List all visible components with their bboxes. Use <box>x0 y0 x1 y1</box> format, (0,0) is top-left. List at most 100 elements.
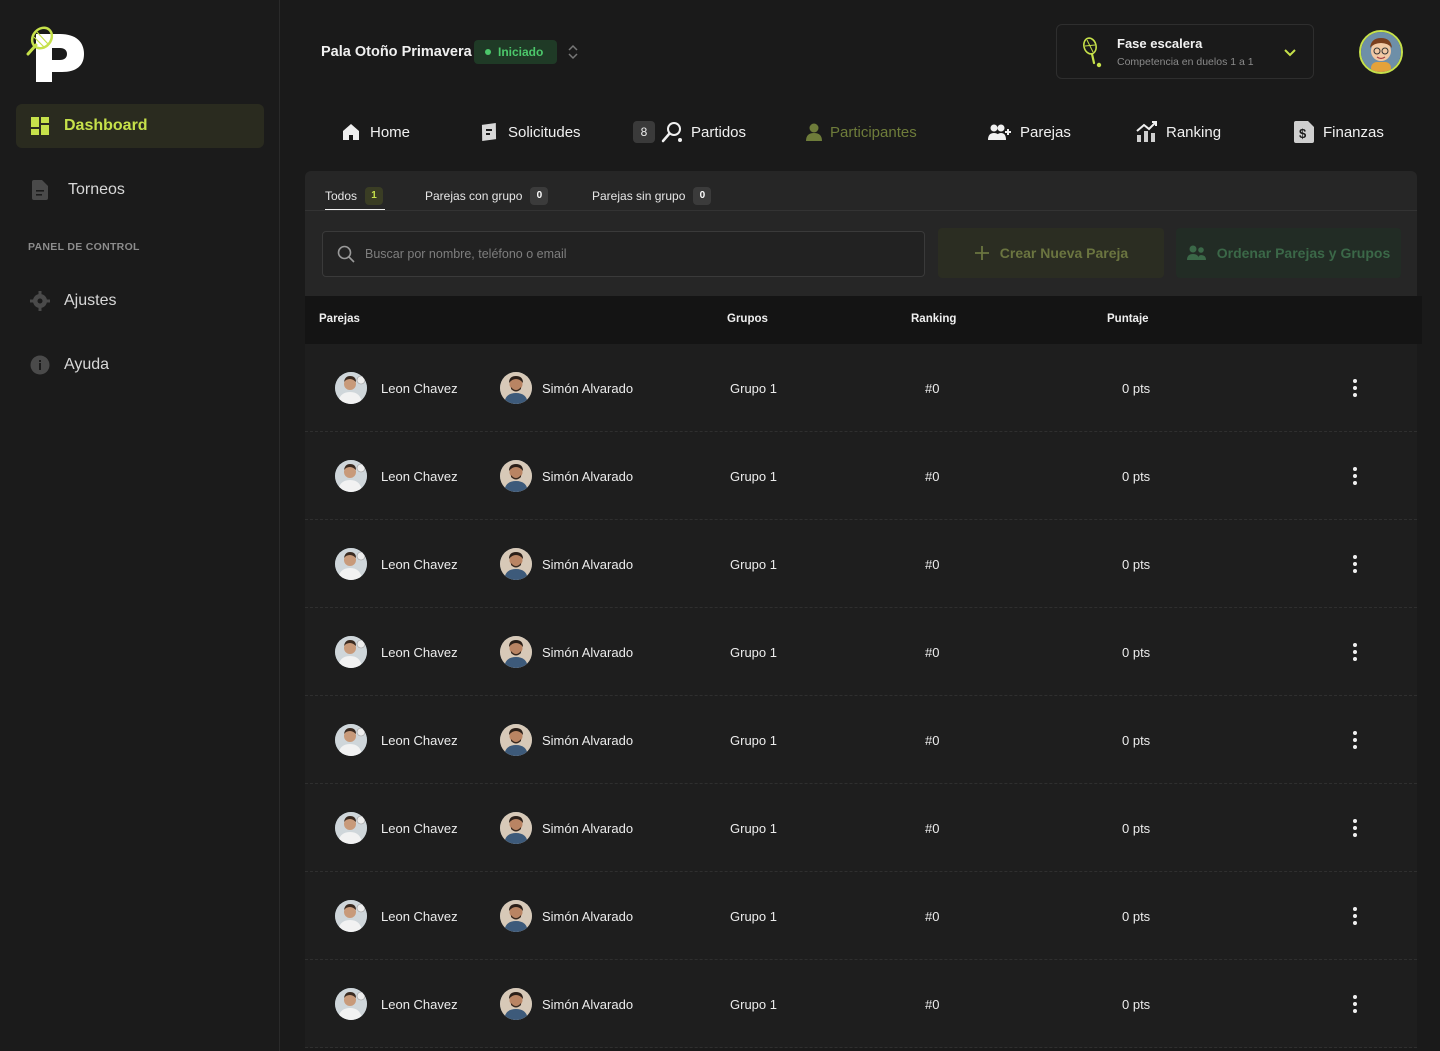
player-1-name: Leon Chavez <box>381 909 458 924</box>
more-options-icon[interactable] <box>1349 906 1361 926</box>
column-header-puntaje: Puntaje <box>1107 313 1149 325</box>
avatar <box>335 988 367 1020</box>
avatar <box>335 460 367 492</box>
phase-selector[interactable]: Fase escalera Competencia en duelos 1 a … <box>1056 24 1314 79</box>
player-2-name: Simón Alvarado <box>542 557 634 572</box>
search-box <box>322 231 925 277</box>
subtab-label: Parejas sin grupo <box>592 189 686 203</box>
avatar <box>500 460 532 492</box>
sidebar-item-ajustes[interactable]: Ajustes <box>16 279 264 323</box>
ranking-cell: #0 <box>925 645 940 660</box>
more-options-icon[interactable] <box>1349 642 1361 662</box>
plus-icon <box>974 245 990 261</box>
tournament-name: Pala Otoño Primavera <box>321 44 472 60</box>
subtab-parejas-sin-grupo[interactable]: Parejas sin grupo 0 <box>592 182 712 210</box>
score-cell: 0 pts <box>1122 645 1151 660</box>
ranking-cell: #0 <box>925 997 940 1012</box>
player-2-name: Simón Alvarado <box>542 469 634 484</box>
tab-parejas[interactable]: Parejas <box>988 116 1071 148</box>
create-pair-button[interactable]: Crear Nueva Pareja <box>938 228 1164 278</box>
score-cell: 0 pts <box>1122 997 1151 1012</box>
person-icon <box>806 121 822 143</box>
column-header-ranking: Ranking <box>911 313 957 325</box>
add-people-icon <box>988 121 1012 143</box>
home-icon <box>340 121 362 143</box>
tab-label: Home <box>370 123 411 141</box>
avatar <box>500 812 532 844</box>
player-2-name: Simón Alvarado <box>542 821 634 836</box>
column-header-grupos: Grupos <box>727 313 768 325</box>
avatar <box>335 548 367 580</box>
player-1-name: Leon Chavez <box>381 469 458 484</box>
count-badge: 0 <box>693 187 712 205</box>
table-row: Leon Chavez Simón Alvarado Grupo 1 #0 0 pts <box>305 872 1417 960</box>
player-1-name: Leon Chavez <box>381 997 458 1012</box>
ranking-cell: #0 <box>925 381 940 396</box>
more-options-icon[interactable] <box>1349 818 1361 838</box>
tab-label: Parejas <box>1020 123 1071 141</box>
avatar <box>500 548 532 580</box>
tab-participantes[interactable]: Participantes <box>806 116 917 148</box>
player-2-name: Simón Alvarado <box>542 909 634 924</box>
group-cell: Grupo 1 <box>730 557 777 572</box>
more-options-icon[interactable] <box>1349 466 1361 486</box>
tab-label: Solicitudes <box>508 123 581 141</box>
user-avatar[interactable] <box>1359 30 1403 74</box>
button-label: Ordenar Parejas y Grupos <box>1216 245 1391 261</box>
score-cell: 0 pts <box>1122 909 1151 924</box>
tab-home[interactable]: Home <box>340 116 410 148</box>
group-cell: Grupo 1 <box>730 381 777 396</box>
player-1-name: Leon Chavez <box>381 821 458 836</box>
svg-text:$: $ <box>1299 126 1307 141</box>
dashboard-grid-icon <box>30 116 50 136</box>
requests-icon <box>478 121 500 143</box>
score-cell: 0 pts <box>1122 821 1151 836</box>
divider <box>305 210 1417 211</box>
group-cell: Grupo 1 <box>730 821 777 836</box>
score-cell: 0 pts <box>1122 557 1151 572</box>
status-badge: Iniciado <box>474 40 558 64</box>
sidebar-item-label: Ayuda <box>64 356 110 373</box>
gear-icon <box>30 291 50 311</box>
more-options-icon[interactable] <box>1349 554 1361 574</box>
sidebar-item-label: Torneos <box>68 181 125 198</box>
racket-icon <box>661 121 683 143</box>
group-cell: Grupo 1 <box>730 909 777 924</box>
sidebar-item-dashboard[interactable]: Dashboard <box>16 104 264 148</box>
phase-subtitle: Competencia en duelos 1 a 1 <box>1117 56 1254 68</box>
sidebar-item-torneos[interactable]: Torneos <box>16 168 264 212</box>
table-row: Leon Chavez Simón Alvarado Grupo 1 #0 0 pts <box>305 432 1417 520</box>
sidebar-item-ayuda[interactable]: Ayuda <box>16 343 264 387</box>
more-options-icon[interactable] <box>1349 994 1361 1014</box>
group-cell: Grupo 1 <box>730 645 777 660</box>
more-options-icon[interactable] <box>1349 730 1361 750</box>
avatar <box>500 724 532 756</box>
app-logo-icon[interactable] <box>26 22 88 84</box>
subtab-todos[interactable]: Todos 1 <box>325 182 384 210</box>
order-pairs-button[interactable]: Ordenar Parejas y Grupos <box>1176 228 1401 278</box>
avatar <box>335 724 367 756</box>
player-2-name: Simón Alvarado <box>542 645 634 660</box>
ranking-chart-icon <box>1136 121 1158 143</box>
ranking-cell: #0 <box>925 733 940 748</box>
more-options-icon[interactable] <box>1349 378 1361 398</box>
section-title: PANEL DE CONTROL <box>28 241 140 253</box>
avatar <box>335 372 367 404</box>
tab-label: Ranking <box>1166 123 1222 141</box>
racket-phase-icon <box>1083 37 1102 68</box>
subtab-parejas-con-grupo[interactable]: Parejas con grupo 0 <box>425 182 549 210</box>
dollar-doc-icon: $ <box>1293 121 1315 143</box>
chevron-updown-icon[interactable] <box>567 43 579 61</box>
avatar <box>500 900 532 932</box>
sidebar: Dashboard Torneos PANEL DE CONTROL Ajust… <box>0 0 280 1051</box>
column-header-parejas: Parejas <box>319 313 360 325</box>
table-row: Leon Chavez Simón Alvarado Grupo 1 #0 0 pts <box>305 608 1417 696</box>
search-input[interactable] <box>365 247 905 261</box>
tab-ranking[interactable]: Ranking <box>1136 116 1221 148</box>
tab-solicitudes[interactable]: Solicitudes <box>478 116 581 148</box>
table-header: Parejas Grupos Ranking Puntaje <box>305 296 1422 344</box>
tab-partidos[interactable]: 8 Partidos <box>633 116 746 148</box>
tab-label: Participantes <box>830 123 917 141</box>
tab-finanzas[interactable]: $ Finanzas <box>1293 116 1384 148</box>
table-row: Leon Chavez Simón Alvarado Grupo 1 #0 0 pts <box>305 344 1417 432</box>
